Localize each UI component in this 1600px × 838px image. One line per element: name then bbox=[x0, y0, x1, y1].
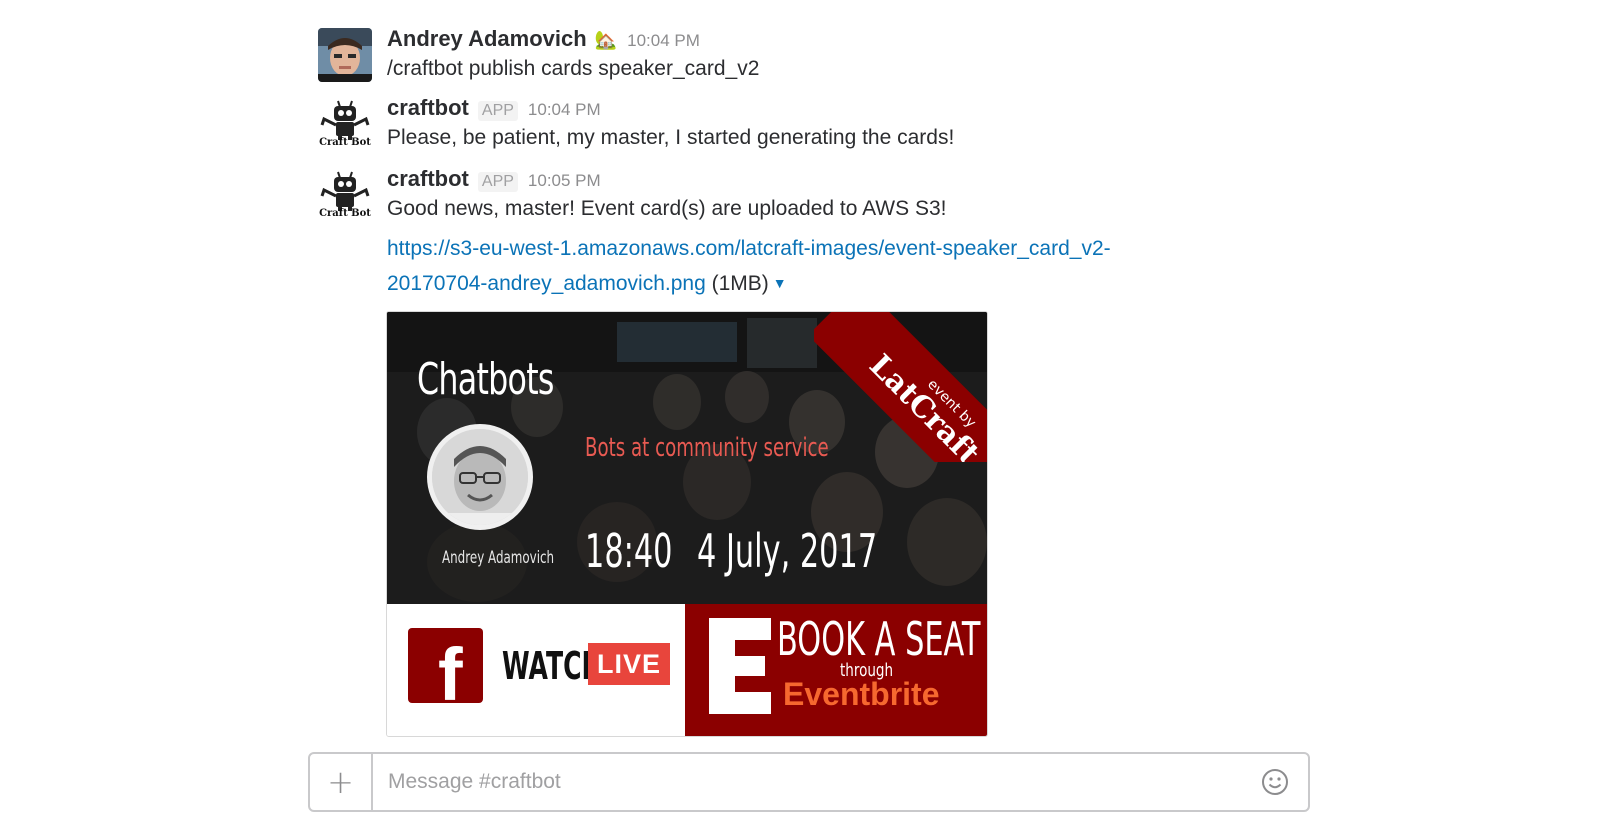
facebook-icon: f bbox=[408, 628, 483, 703]
timestamp[interactable]: 10:05 PM bbox=[528, 171, 601, 191]
event-card-image[interactable]: Chatbots Bots at community service Andre… bbox=[386, 311, 988, 737]
author-name[interactable]: craftbot bbox=[387, 166, 469, 192]
avatar-caption: Craft Bot bbox=[319, 208, 371, 219]
chevron-down-icon[interactable]: ▼ bbox=[773, 266, 787, 300]
message-text: Good news, master! Event card(s) are upl… bbox=[387, 197, 947, 220]
file-size: (1MB) bbox=[711, 272, 769, 295]
card-banner: Chatbots Bots at community service Andre… bbox=[387, 312, 987, 604]
message-text: /craftbot publish cards speaker_card_v2 bbox=[387, 57, 760, 80]
author-name[interactable]: craftbot bbox=[387, 95, 469, 121]
plus-icon[interactable]: + bbox=[310, 754, 373, 810]
message-composer: + bbox=[308, 752, 1310, 812]
event-date: 4 July, 2017 bbox=[697, 524, 878, 578]
message-input[interactable] bbox=[374, 754, 1234, 810]
speaker-face-icon bbox=[432, 429, 528, 525]
card-title: Chatbots bbox=[417, 354, 554, 405]
app-badge: APP bbox=[477, 101, 518, 121]
eventbrite-e-icon bbox=[709, 618, 771, 714]
avatar-caption: Craft Bot bbox=[319, 137, 371, 148]
author-name[interactable]: Andrey Adamovich bbox=[387, 26, 587, 52]
live-badge: LIVE bbox=[588, 643, 670, 685]
book-seat-section: BOOK A SEAT through Eventbrite bbox=[685, 604, 987, 736]
avatar-andrey[interactable] bbox=[318, 28, 372, 82]
file-link-line1[interactable]: https://s3-eu-west-1.amazonaws.com/latcr… bbox=[387, 237, 1111, 260]
file-link-line2[interactable]: 20170704-andrey_adamovich.png bbox=[387, 272, 706, 295]
latcraft-ribbon: event by LatCraft bbox=[814, 312, 987, 462]
speaker-photo bbox=[427, 424, 533, 530]
person-avatar-icon bbox=[318, 28, 372, 82]
speaker-name: Andrey Adamovich bbox=[442, 548, 555, 568]
message-text: Please, be patient, my master, I started… bbox=[387, 126, 955, 149]
timestamp[interactable]: 10:04 PM bbox=[528, 100, 601, 120]
card-subtitle: Bots at community service bbox=[585, 433, 829, 463]
timestamp[interactable]: 10:04 PM bbox=[627, 31, 700, 51]
smiley-icon[interactable] bbox=[1260, 767, 1290, 797]
watch-live-section: f WATCH LIVE bbox=[387, 604, 685, 736]
avatar-craftbot[interactable]: Craft Bot bbox=[318, 97, 372, 151]
file-link-block: https://s3-eu-west-1.amazonaws.com/latcr… bbox=[387, 232, 1187, 301]
event-time: 18:40 bbox=[585, 524, 673, 578]
latcraft-logo: LatCraft bbox=[862, 347, 987, 462]
avatar-craftbot[interactable]: Craft Bot bbox=[318, 168, 372, 222]
eventbrite-logo: Eventbrite bbox=[783, 676, 940, 712]
app-badge: APP bbox=[477, 172, 518, 192]
book-seat-label: BOOK A SEAT bbox=[777, 612, 981, 666]
status-emoji-icon: 🏡 bbox=[594, 30, 618, 50]
